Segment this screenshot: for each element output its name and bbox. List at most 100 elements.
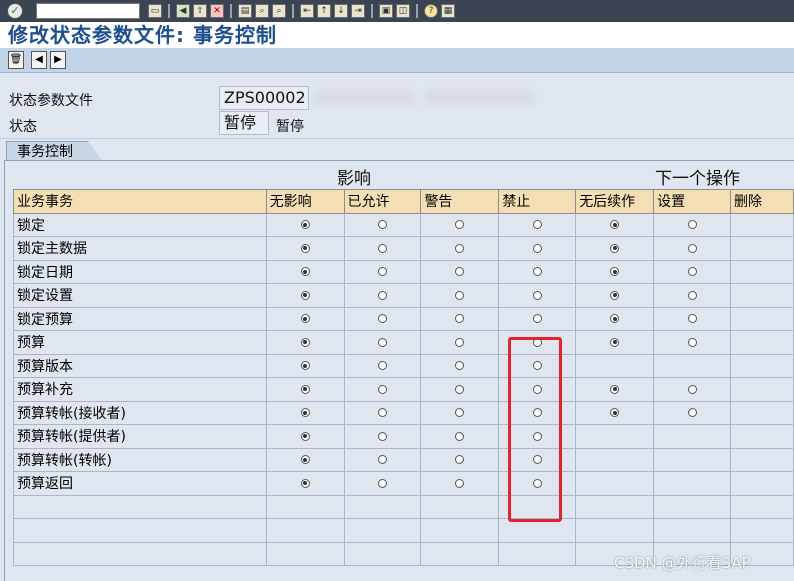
radio-unselected[interactable] — [455, 267, 465, 277]
enter-icon[interactable]: ✓ — [7, 3, 23, 19]
tab-transaction-control[interactable]: 事务控制 — [6, 141, 102, 161]
radio-unselected[interactable] — [455, 314, 465, 324]
command-field[interactable] — [36, 3, 140, 19]
radio-unselected[interactable] — [455, 431, 465, 441]
delete-icon[interactable]: 🗑 — [8, 51, 24, 69]
transaction-name: 锁定主数据 — [13, 236, 267, 261]
back-icon[interactable]: ◀ — [176, 4, 190, 18]
radio-selected[interactable] — [300, 243, 310, 253]
radio-unselected[interactable] — [687, 220, 697, 230]
radio-selected[interactable] — [610, 337, 620, 347]
shortcut-icon[interactable]: ◫ — [396, 4, 410, 18]
status-field[interactable]: 暂停 — [219, 111, 269, 135]
radio-unselected[interactable] — [377, 243, 387, 253]
radio-unselected[interactable] — [687, 290, 697, 300]
radio-unselected[interactable] — [687, 267, 697, 277]
radio-selected[interactable] — [300, 478, 310, 488]
table-row: 锁定主数据 — [13, 236, 794, 261]
column-header[interactable]: 无后续作 — [575, 189, 655, 214]
radio-selected[interactable] — [610, 314, 620, 324]
radio-unselected[interactable] — [377, 478, 387, 488]
column-header[interactable]: 已允许 — [343, 189, 422, 214]
table-cell — [730, 518, 794, 543]
prev-page-icon[interactable]: ↑ — [317, 4, 331, 18]
radio-selected[interactable] — [300, 384, 310, 394]
table-cell — [420, 541, 500, 566]
radio-unselected[interactable] — [455, 337, 465, 347]
radio-unselected[interactable] — [377, 431, 387, 441]
profile-field[interactable]: ZPS00002 — [219, 86, 309, 110]
toolbar-separator — [230, 4, 232, 18]
radio-unselected[interactable] — [532, 220, 542, 230]
save-icon[interactable]: ▭ — [148, 4, 162, 18]
column-header[interactable]: 警告 — [420, 189, 500, 214]
radio-unselected[interactable] — [377, 220, 387, 230]
table-cell — [730, 283, 794, 308]
radio-unselected[interactable] — [455, 478, 465, 488]
column-header[interactable]: 删除 — [730, 189, 794, 214]
radio-unselected[interactable] — [377, 384, 387, 394]
radio-selected[interactable] — [610, 384, 620, 394]
column-header[interactable]: 业务事务 — [13, 189, 267, 214]
column-header[interactable]: 无影响 — [265, 189, 345, 214]
radio-unselected[interactable] — [455, 361, 465, 371]
radio-selected[interactable] — [300, 408, 310, 418]
column-header[interactable]: 设置 — [653, 189, 732, 214]
radio-selected[interactable] — [300, 455, 310, 465]
radio-unselected[interactable] — [455, 290, 465, 300]
radio-unselected[interactable] — [687, 384, 697, 394]
radio-unselected[interactable] — [687, 243, 697, 253]
next-icon[interactable]: ▶ — [50, 51, 66, 69]
radio-selected[interactable] — [610, 267, 620, 277]
radio-selected[interactable] — [610, 408, 620, 418]
radio-unselected[interactable] — [377, 290, 387, 300]
radio-unselected[interactable] — [687, 408, 697, 418]
table-cell — [265, 471, 345, 496]
radio-unselected[interactable] — [455, 243, 465, 253]
find-next-icon[interactable]: ⌕ — [272, 4, 286, 18]
radio-selected[interactable] — [300, 431, 310, 441]
find-icon[interactable]: ⌕ — [255, 4, 269, 18]
radio-selected[interactable] — [300, 220, 310, 230]
radio-selected[interactable] — [610, 220, 620, 230]
radio-selected[interactable] — [300, 361, 310, 371]
radio-selected[interactable] — [300, 267, 310, 277]
help-icon[interactable]: ? — [424, 4, 438, 18]
radio-unselected[interactable] — [687, 337, 697, 347]
radio-unselected[interactable] — [377, 361, 387, 371]
radio-unselected[interactable] — [377, 337, 387, 347]
radio-unselected[interactable] — [532, 314, 542, 324]
radio-unselected[interactable] — [377, 408, 387, 418]
radio-selected[interactable] — [610, 290, 620, 300]
radio-selected[interactable] — [610, 243, 620, 253]
layout-icon[interactable]: ▦ — [441, 4, 455, 18]
table-cell — [575, 306, 655, 331]
radio-unselected[interactable] — [455, 455, 465, 465]
radio-unselected[interactable] — [377, 314, 387, 324]
radio-unselected[interactable] — [455, 408, 465, 418]
radio-unselected[interactable] — [532, 243, 542, 253]
last-page-icon[interactable]: ⇥ — [351, 4, 365, 18]
radio-unselected[interactable] — [377, 267, 387, 277]
radio-selected[interactable] — [300, 337, 310, 347]
print-icon[interactable]: ▤ — [238, 4, 252, 18]
radio-unselected[interactable] — [532, 290, 542, 300]
table-cell — [730, 236, 794, 261]
tab-label: 事务控制 — [6, 141, 102, 161]
radio-unselected[interactable] — [687, 314, 697, 324]
radio-selected[interactable] — [300, 290, 310, 300]
radio-unselected[interactable] — [455, 220, 465, 230]
radio-unselected[interactable] — [532, 267, 542, 277]
radio-unselected[interactable] — [377, 455, 387, 465]
new-session-icon[interactable]: ▣ — [379, 4, 393, 18]
cancel-icon[interactable]: ✕ — [210, 4, 224, 18]
previous-icon[interactable]: ◀ — [31, 51, 47, 69]
group-title-next-action: 下一个操作 — [655, 169, 740, 189]
first-page-icon[interactable]: ⇤ — [300, 4, 314, 18]
exit-icon[interactable]: ⇧ — [193, 4, 207, 18]
radio-unselected[interactable] — [455, 384, 465, 394]
status-text: 暂停 — [276, 119, 304, 135]
next-page-icon[interactable]: ↓ — [334, 4, 348, 18]
radio-selected[interactable] — [300, 314, 310, 324]
column-header[interactable]: 禁止 — [498, 189, 577, 214]
